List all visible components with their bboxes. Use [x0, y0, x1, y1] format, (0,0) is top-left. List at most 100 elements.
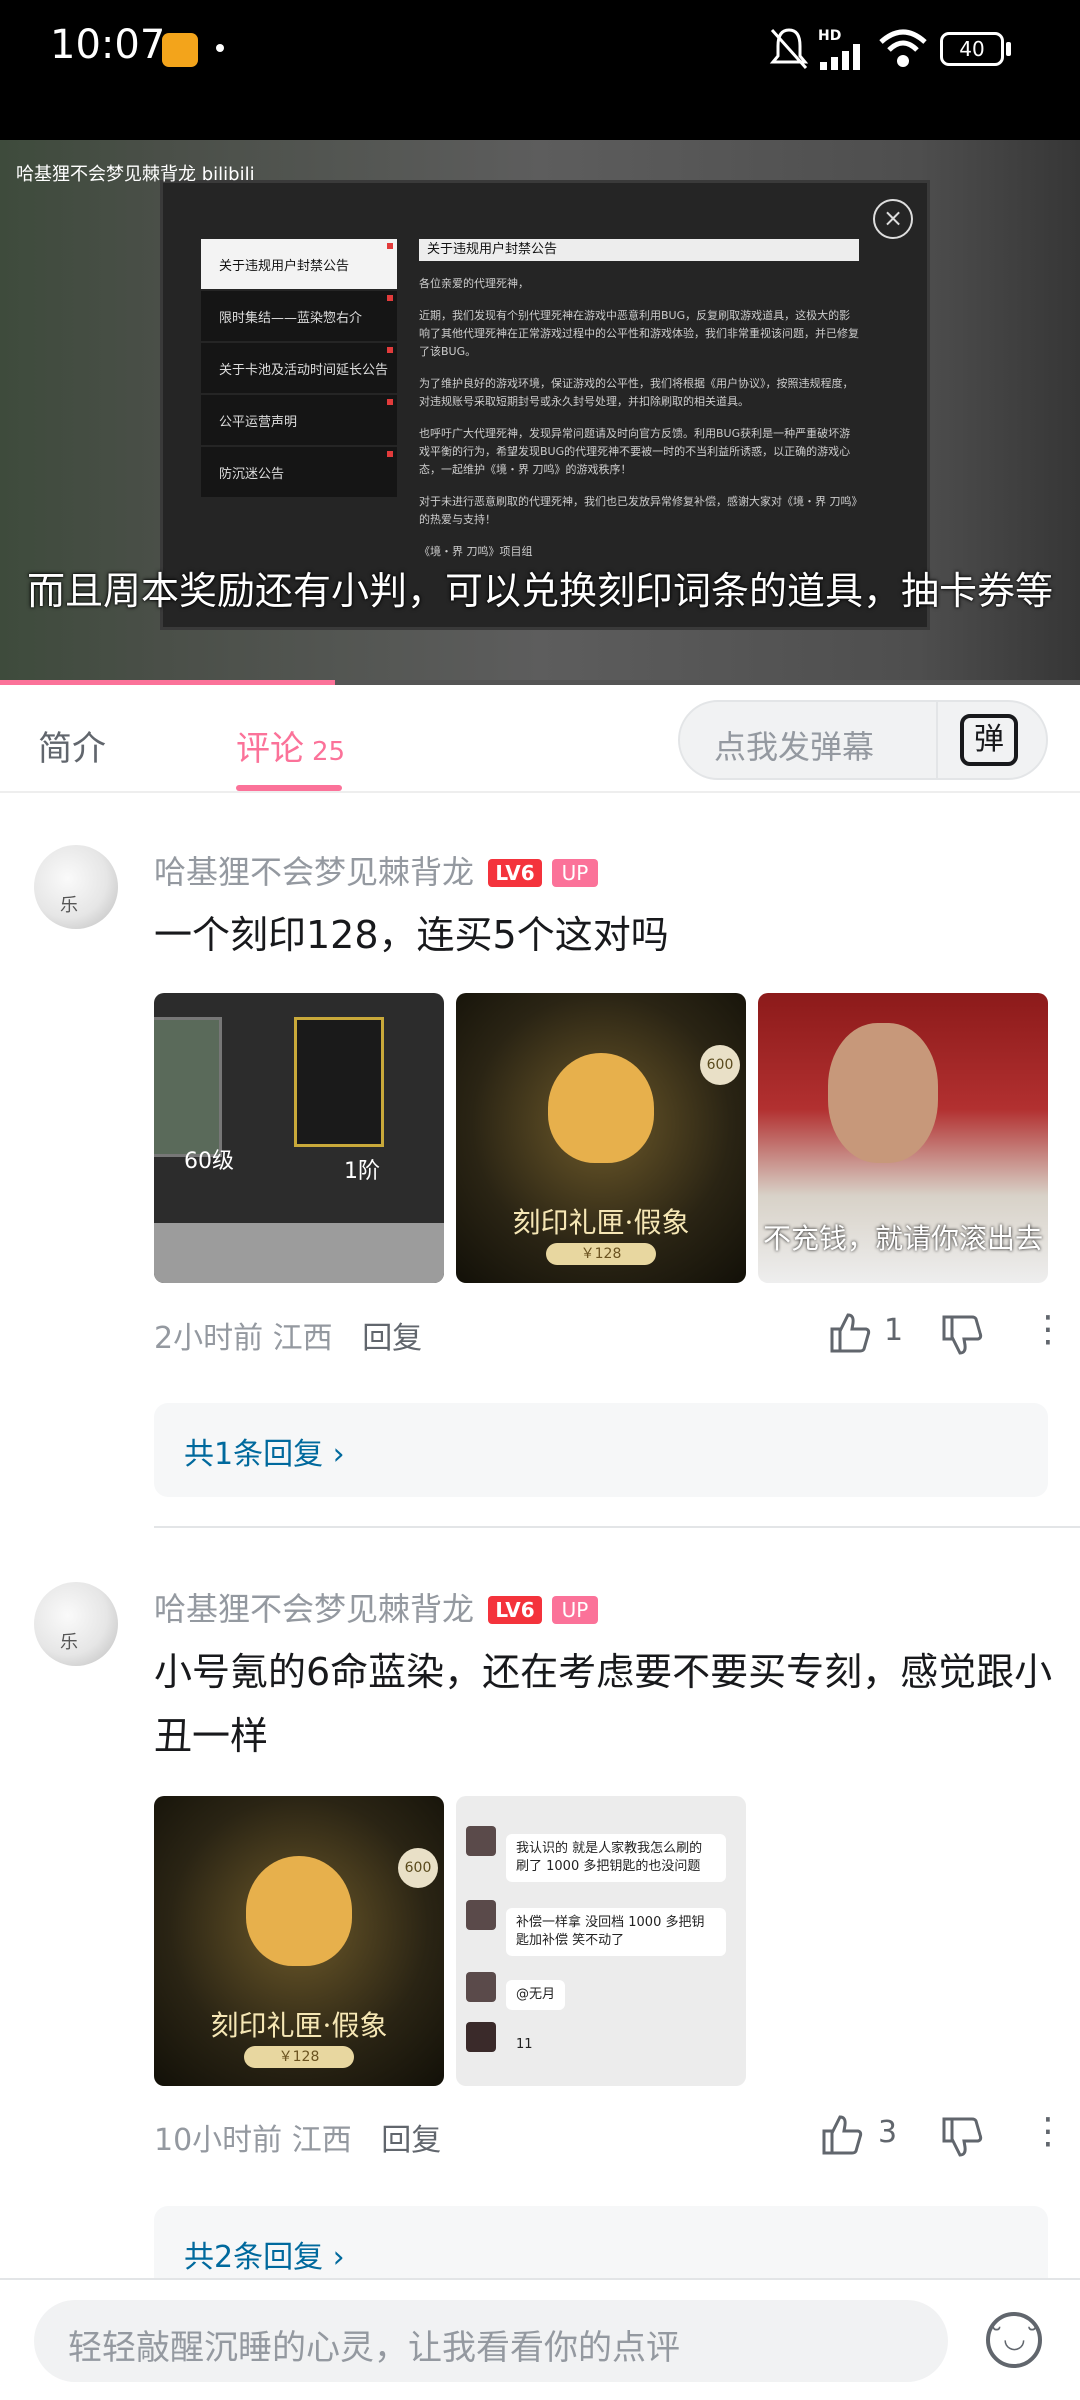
dislike-icon[interactable]	[940, 2115, 984, 2159]
reply-button[interactable]: 回复	[362, 1321, 422, 1356]
chat-bubble: 补偿一样拿 没回档 1000 多把钥匙加补偿 笑不动了	[506, 1908, 726, 1956]
more-icon[interactable]: ⋮	[1030, 1309, 1066, 1350]
wifi-icon	[879, 29, 927, 67]
price-badge: 600	[700, 1045, 740, 1085]
announcement-menu-item: 限时集结——蓝染惣右介	[201, 291, 397, 341]
card-tier-label: 1阶	[344, 1159, 380, 1184]
comment-input-placeholder: 轻轻敲醒沉睡的心灵，让我看看你的点评	[68, 2328, 680, 2368]
comment-text: 小号氪的6命蓝染，还在考虑要不要买专刻，感觉跟小丑一样	[154, 1650, 1053, 1758]
emoji-icon[interactable]: ˘◡˘	[986, 2312, 1042, 2368]
notification-dot	[216, 44, 224, 52]
up-badge: UP	[552, 859, 599, 887]
gift-box-price: ￥128	[546, 1243, 656, 1265]
close-icon: ×	[873, 199, 913, 239]
gift-box-title: 刻印礼匣·假象	[512, 1206, 690, 1239]
comment-item: 乐 哈基狸不会梦见棘背龙 LV6 UP 小号氪的6命蓝染，还在考虑要不要买专刻，感觉…	[0, 1530, 1080, 2300]
replies-link-label: 共1条回复 ›	[184, 1437, 345, 1472]
announcement-menu: 关于违规用户封禁公告 限时集结——蓝染惣右介 关于卡池及活动时间延长公告 公平运…	[201, 239, 397, 499]
gift-box-title: 刻印礼匣·假象	[210, 2009, 388, 2042]
like-count: 3	[878, 2115, 898, 2150]
video-player[interactable]: 关于违规用户封禁公告 限时集结——蓝染惣右介 关于卡池及活动时间延长公告 公平运…	[0, 140, 1080, 685]
chat-bubble: 11	[516, 2037, 533, 2052]
battery-tip	[1006, 42, 1011, 56]
announcement-menu-item: 关于卡池及活动时间延长公告	[201, 343, 397, 393]
status-bar: 10:07 HD 40	[0, 0, 1080, 140]
announcement-content: 关于违规用户封禁公告 各位亲爱的代理死神， 近期，我们发现有个别代理死神在游戏中…	[419, 239, 859, 575]
kon-mascot	[246, 1856, 352, 1966]
kon-mascot	[548, 1053, 654, 1163]
image-footer	[154, 1223, 444, 1283]
comment-location: 江西	[291, 2123, 352, 2158]
comment-meta: 2小时前 江西 回复	[154, 1313, 422, 1357]
danmaku-icon: 弹	[960, 714, 1018, 766]
comment-text: 一个刻印128，连买5个这对吗	[154, 913, 669, 957]
announcement-paragraph: 为了维护良好的游戏环境，保证游戏的公平性，我们将根据《用户协议》，按照违规程度，…	[419, 377, 854, 408]
danmaku-placeholder: 点我发弹幕	[714, 728, 875, 766]
comment-time: 2小时前	[154, 1321, 264, 1356]
chat-avatar	[466, 1826, 496, 1856]
tab-comments[interactable]: 评论 25	[236, 721, 345, 770]
like-icon[interactable]	[828, 1311, 872, 1355]
battery-level: 40	[959, 37, 985, 61]
comment-input[interactable]: 轻轻敲醒沉睡的心灵，让我看看你的点评	[34, 2300, 948, 2382]
person-face	[828, 1023, 938, 1163]
tab-bar: 简介 评论 25 点我发弹幕 弹	[0, 685, 1080, 793]
comment-divider	[154, 1526, 1080, 1528]
announcement-paragraph: 《境・界 刀鸣》项目组	[419, 545, 533, 558]
comment-meta: 10小时前 江西 回复	[154, 2115, 441, 2159]
gift-box-price: ￥128	[244, 2046, 354, 2068]
danmaku-button[interactable]: 点我发弹幕 弹	[678, 700, 1048, 780]
comment-image[interactable]: 60级 1阶	[154, 993, 444, 1283]
chat-avatar	[466, 1972, 496, 2002]
comment-image[interactable]: 我认识的 就是人家教我怎么刷的 刷了 1000 多把钥匙的也没问题 补偿一样拿 …	[456, 1796, 746, 2086]
video-subtitle: 而且周本奖励还有小判，可以兑换刻印词条的道具，抽卡券等	[26, 569, 1053, 613]
announcement-menu-item: 关于违规用户封禁公告	[201, 239, 397, 289]
announcement-menu-item: 公平运营声明	[201, 395, 397, 445]
tab-active-indicator	[236, 785, 342, 791]
hd-label: HD	[818, 28, 842, 44]
replies-link[interactable]: 共1条回复 ›	[154, 1403, 1048, 1497]
signal-icon	[820, 44, 860, 70]
announcement-paragraph: 各位亲爱的代理死神，	[419, 277, 529, 290]
comment-item: 乐 哈基狸不会梦见棘背龙 LV6 UP 一个刻印128，连买5个这对吗 60级 1阶…	[0, 793, 1080, 1528]
replies-link-label: 共2条回复 ›	[184, 2240, 345, 2275]
chat-bubble: 我认识的 就是人家教我怎么刷的 刷了 1000 多把钥匙的也没问题	[506, 1834, 726, 1882]
announcement-title: 关于违规用户封禁公告	[419, 239, 859, 261]
announcement-paragraph: 对于未进行恶意刷取的代理死神，我们也已发放异常修复补偿，感谢大家对《境・界 刀鸣…	[419, 495, 857, 526]
like-count: 1	[884, 1313, 904, 1348]
character-card	[154, 1017, 222, 1157]
more-icon[interactable]: ⋮	[1030, 2111, 1066, 2152]
up-badge: UP	[552, 1596, 599, 1624]
chat-avatar	[466, 1900, 496, 1930]
tab-comments-label: 评论	[236, 729, 304, 769]
announcement-paragraph: 近期，我们发现有个别代理死神在游戏中恶意利用BUG，反复刷取游戏道具，这极大的影…	[419, 309, 859, 358]
comment-image[interactable]: 不充钱，就请你滚出去	[758, 993, 1048, 1283]
mute-icon	[769, 28, 809, 70]
level-badge: LV6	[488, 859, 543, 887]
comment-username[interactable]: 哈基狸不会梦见棘背龙 LV6 UP	[154, 847, 599, 893]
comment-input-bar: 轻轻敲醒沉睡的心灵，让我看看你的点评 ˘◡˘	[0, 2278, 1080, 2400]
comment-time: 10小时前	[154, 2123, 283, 2158]
notification-app-icon	[162, 33, 198, 67]
level-badge: LV6	[488, 1596, 543, 1624]
announcement-paragraph: 也呼吁广大代理死神，发现异常问题请及时向官方反馈。利用BUG获利是一种严重破坏游…	[419, 427, 851, 476]
status-time: 10:07	[50, 22, 166, 68]
tab-intro[interactable]: 简介	[38, 721, 106, 770]
reply-button[interactable]: 回复	[381, 2123, 441, 2158]
comment-image[interactable]: 600 刻印礼匣·假象 ￥128	[154, 1796, 444, 2086]
like-icon[interactable]	[820, 2113, 864, 2157]
announcement-menu-item: 防沉迷公告	[201, 447, 397, 497]
tab-comments-count: 25	[312, 737, 346, 767]
avatar[interactable]: 乐	[34, 1582, 118, 1666]
avatar[interactable]: 乐	[34, 845, 118, 929]
video-watermark: 哈基狸不会梦见棘背龙 bilibili	[16, 164, 255, 185]
chat-bubble: @无月	[506, 1980, 566, 2010]
battery-icon: 40	[940, 32, 1004, 66]
comment-location: 江西	[272, 1321, 333, 1356]
comment-image[interactable]: 600 刻印礼匣·假象 ￥128	[456, 993, 746, 1283]
dislike-icon[interactable]	[940, 1313, 984, 1357]
price-badge: 600	[398, 1848, 438, 1888]
meme-caption: 不充钱，就请你滚出去	[762, 1222, 1043, 1255]
card-level-label: 60级	[184, 1149, 234, 1174]
comment-username[interactable]: 哈基狸不会梦见棘背龙 LV6 UP	[154, 1584, 599, 1630]
